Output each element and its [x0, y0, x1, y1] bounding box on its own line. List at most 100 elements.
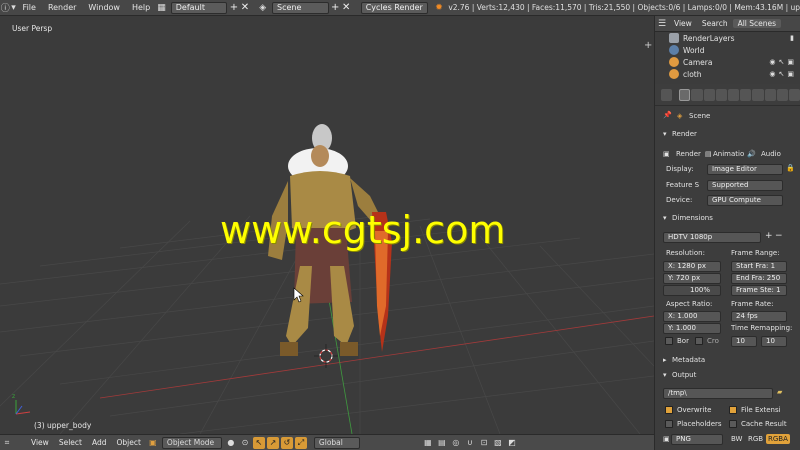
menu-select[interactable]: Select [54, 438, 87, 447]
menu-view[interactable]: View [26, 438, 54, 447]
translate-manipulator-icon[interactable]: ↗ [266, 436, 279, 449]
add-preset-button[interactable]: + [765, 231, 773, 241]
crop-checkbox[interactable] [695, 337, 703, 345]
start-frame-field[interactable]: Start Fra: 1 [731, 261, 787, 272]
constraints-tab-icon[interactable] [740, 88, 752, 101]
lock-icon[interactable]: ▤ [436, 437, 448, 449]
material-tab-icon[interactable] [776, 88, 788, 101]
panel-collapse-icon[interactable]: ▾ [663, 371, 667, 379]
overwrite-checkbox[interactable] [665, 406, 673, 414]
outliner-item-world[interactable]: World [655, 44, 800, 56]
output-path-field[interactable]: /tmp\ [663, 388, 773, 399]
render-engine-select[interactable]: Cycles Render [360, 1, 428, 14]
scale-manipulator-icon[interactable]: ⤢ [294, 436, 307, 449]
border-checkbox[interactable] [665, 337, 673, 345]
time-remap-new-field[interactable]: 10 [761, 336, 787, 347]
panel-collapse-icon[interactable]: ▾ [663, 130, 667, 138]
outliner-tab-view[interactable]: View [669, 19, 697, 28]
color-rgba-button[interactable]: RGBA [766, 434, 790, 444]
lock-icon[interactable]: 🔒 [786, 164, 795, 172]
device-select[interactable]: GPU Compute [707, 195, 783, 206]
select-arrow-icon[interactable]: ↖ [779, 70, 785, 78]
resolution-x-field[interactable]: X: 1280 px [663, 261, 721, 272]
time-remap-old-field[interactable]: 10 [731, 336, 757, 347]
render-camera-icon[interactable]: ▣ [787, 58, 794, 66]
add-scene-button[interactable]: + [331, 2, 340, 14]
render-layers-tab-icon[interactable] [691, 88, 703, 101]
rotate-manipulator-icon[interactable]: ↺ [280, 436, 293, 449]
object-tab-icon[interactable] [728, 88, 740, 101]
display-select[interactable]: Image Editor [707, 164, 783, 175]
scene-icon[interactable]: ◈ [257, 2, 268, 14]
layout-field[interactable]: Default [170, 1, 228, 14]
remove-layout-button[interactable]: ✕ [240, 2, 249, 14]
render-button[interactable]: Render [676, 150, 701, 158]
cache-result-checkbox[interactable] [729, 420, 737, 428]
proportional-edit-icon[interactable]: ◎ [450, 437, 462, 449]
resolution-percentage-field[interactable]: 100% [663, 285, 721, 296]
scene-field[interactable]: Scene [272, 1, 329, 14]
add-layout-button[interactable]: + [229, 2, 238, 14]
metadata-panel-header[interactable]: Metadata [672, 356, 705, 364]
3d-cursor[interactable] [314, 344, 338, 368]
outliner-item-cloth[interactable]: cloth ◉ ↖ ▣ [655, 68, 800, 80]
dimensions-panel-header[interactable]: Dimensions [672, 214, 713, 222]
toolshelf-toggle-button[interactable]: + [644, 40, 652, 51]
modifiers-tab-icon[interactable] [752, 88, 764, 101]
camera-render-icon[interactable]: ◩ [506, 437, 518, 449]
world-tab-icon[interactable] [715, 88, 727, 101]
color-rgb-button[interactable]: RGB [748, 435, 763, 443]
folder-browse-icon[interactable]: ▰ [777, 388, 782, 396]
data-tab-icon[interactable] [764, 88, 776, 101]
select-arrow-icon[interactable]: ↖ [779, 58, 785, 66]
aspect-x-field[interactable]: X: 1.000 [663, 311, 721, 322]
file-format-select[interactable]: PNG [671, 434, 723, 445]
properties-editor-icon[interactable] [661, 88, 673, 101]
render-panel-header[interactable]: Render [672, 130, 697, 138]
outliner-tab-search[interactable]: Search [697, 19, 733, 28]
viewport-shading-icon[interactable]: ● [225, 437, 237, 449]
3d-viewport[interactable]: z User Persp www.cgtsj.com (3) upper_bod… [0, 16, 654, 434]
end-frame-field[interactable]: End Fra: 250 [731, 273, 787, 284]
layers-icon[interactable]: ▦ [422, 437, 434, 449]
render-preset-select[interactable]: HDTV 1080p [663, 232, 761, 243]
transform-orientation-select[interactable]: Global [313, 436, 360, 449]
resolution-y-field[interactable]: Y: 720 px [663, 273, 721, 284]
render-tab-icon[interactable] [679, 88, 691, 101]
menu-file[interactable]: File [17, 3, 42, 12]
3d-view-editor-icon[interactable]: ⌗ [1, 437, 13, 449]
render-animation-button[interactable]: Animatio [713, 150, 744, 158]
menu-help[interactable]: Help [126, 3, 156, 12]
placeholders-checkbox[interactable] [665, 420, 673, 428]
visibility-eye-icon[interactable]: ◉ [769, 70, 775, 78]
screen-layout-icon[interactable]: ▦ [156, 2, 167, 14]
visibility-eye-icon[interactable]: ◉ [769, 58, 775, 66]
frame-rate-select[interactable]: 24 fps [731, 311, 787, 322]
menu-object[interactable]: Object [111, 438, 145, 447]
outliner-item-camera[interactable]: Camera ◉ ↖ ▣ [655, 56, 800, 68]
outliner-item-renderlayers[interactable]: RenderLayers ▮ [655, 32, 800, 44]
remove-preset-button[interactable]: − [775, 231, 783, 241]
render-preview-icon[interactable]: ▧ [492, 437, 504, 449]
menu-render[interactable]: Render [42, 3, 82, 12]
feature-set-select[interactable]: Supported [707, 180, 783, 191]
panel-collapse-icon[interactable]: ▾ [663, 214, 667, 222]
remove-scene-button[interactable]: ✕ [342, 2, 351, 14]
color-bw-button[interactable]: BW [731, 435, 742, 443]
mode-select[interactable]: Object Mode [161, 436, 222, 449]
pin-icon[interactable]: 📌 [663, 111, 672, 119]
outliner-tab-all-scenes[interactable]: All Scenes [732, 19, 782, 28]
pivot-point-icon[interactable]: ⊙ [239, 437, 251, 449]
snap-target-icon[interactable]: ⊡ [478, 437, 490, 449]
render-audio-button[interactable]: Audio [761, 150, 781, 158]
manipulator-toggle-icon[interactable]: ↖ [252, 436, 265, 449]
menu-add[interactable]: Add [87, 438, 112, 447]
info-editor-icon[interactable]: ⓘ [0, 2, 11, 14]
aspect-y-field[interactable]: Y: 1.000 [663, 323, 721, 334]
output-panel-header[interactable]: Output [672, 371, 696, 379]
outliner-editor-icon[interactable]: ☰ [655, 18, 669, 30]
render-camera-icon[interactable]: ▣ [787, 70, 794, 78]
texture-tab-icon[interactable] [788, 88, 800, 101]
frame-step-field[interactable]: Frame Ste: 1 [731, 285, 787, 296]
file-extensions-checkbox[interactable] [729, 406, 737, 414]
